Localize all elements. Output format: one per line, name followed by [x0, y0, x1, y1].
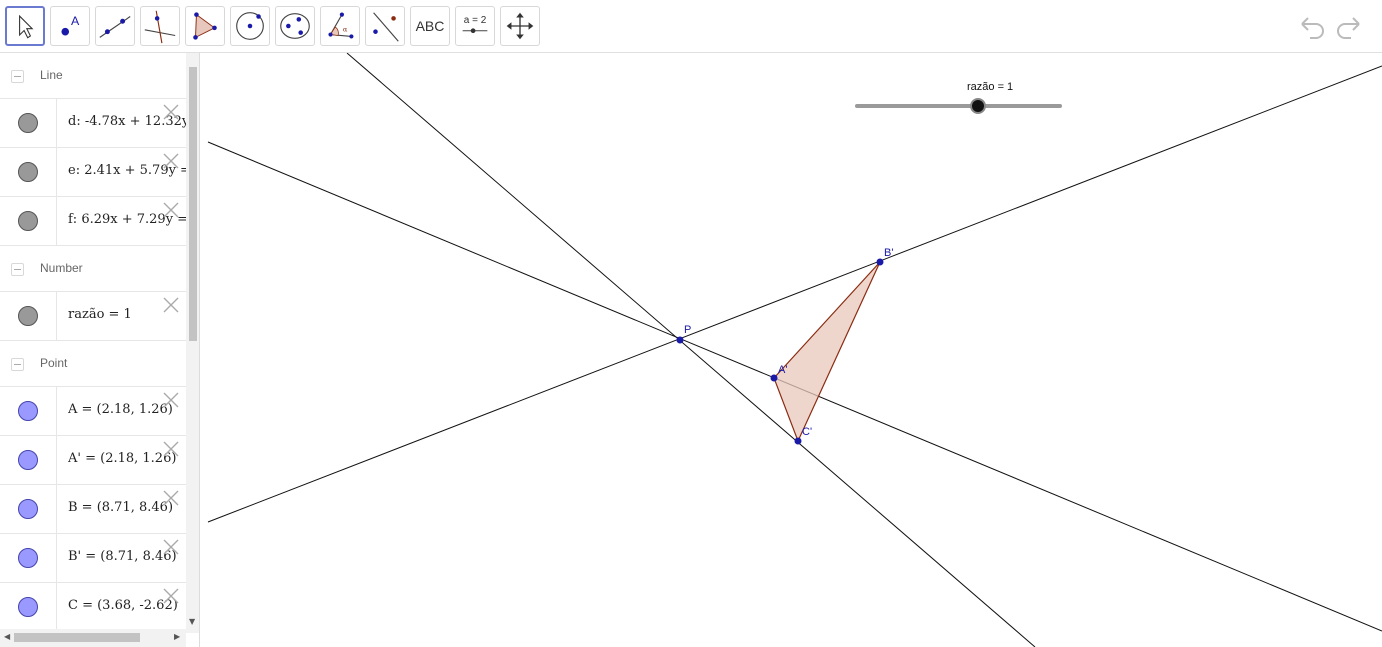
point-label-C-prime: C': [802, 426, 812, 438]
slider-label: razão = 1: [967, 81, 1014, 93]
graphics-canvas[interactable]: P B' A' C': [200, 53, 1382, 647]
undo-icon: [1301, 17, 1324, 39]
visibility-toggle[interactable]: [0, 292, 57, 340]
delete-icon[interactable]: [163, 392, 179, 408]
point-P[interactable]: [676, 336, 684, 344]
algebra-row-B-prime[interactable]: B' = (8.71, 8.46): [0, 534, 186, 583]
visibility-marble-icon[interactable]: [18, 597, 38, 617]
scroll-left-icon[interactable]: ◀: [4, 632, 10, 641]
algebra-row-B[interactable]: B = (8.71, 8.46): [0, 485, 186, 534]
category-number: Number: [0, 246, 186, 292]
scroll-right-icon[interactable]: ▶: [174, 632, 180, 641]
collapse-line-button[interactable]: [11, 70, 24, 83]
line-tool-button[interactable]: [95, 6, 135, 46]
visibility-marble-icon[interactable]: [18, 113, 38, 133]
algebra-row-razao[interactable]: razão = 1: [0, 292, 186, 341]
algebra-row-d[interactable]: d: -4.78x + 12.32y =: [0, 99, 186, 148]
algebra-row-e[interactable]: e: 2.41x + 5.79y =: [0, 148, 186, 197]
angle-icon: α: [328, 12, 354, 39]
redo-button[interactable]: [1333, 12, 1365, 40]
svg-text:A: A: [71, 14, 80, 28]
category-point: Point: [0, 341, 186, 387]
collapse-point-button[interactable]: [11, 358, 24, 371]
point-label-P: P: [684, 324, 691, 336]
perpendicular-icon: [144, 10, 176, 44]
visibility-marble-icon[interactable]: [18, 401, 38, 421]
delete-icon[interactable]: [163, 153, 179, 169]
visibility-marble-icon[interactable]: [18, 499, 38, 519]
point-C-prime[interactable]: [794, 437, 802, 445]
category-label: Number: [40, 261, 83, 275]
reflect-tool-button[interactable]: [365, 6, 405, 46]
visibility-toggle[interactable]: [0, 148, 57, 196]
collapse-number-button[interactable]: [11, 263, 24, 276]
undo-button[interactable]: [1296, 12, 1328, 40]
point-A-prime[interactable]: [770, 374, 778, 382]
circle-icon: [236, 12, 264, 40]
toolbar: A α ABC a = 2: [0, 0, 1382, 53]
visibility-toggle[interactable]: [0, 197, 57, 245]
visibility-marble-icon[interactable]: [18, 211, 38, 231]
delete-icon[interactable]: [163, 490, 179, 506]
visibility-toggle[interactable]: [0, 99, 57, 147]
move-tool-button[interactable]: [5, 6, 45, 46]
visibility-marble-icon[interactable]: [18, 450, 38, 470]
visibility-toggle[interactable]: [0, 436, 57, 484]
visibility-marble-icon[interactable]: [18, 306, 38, 326]
move-arrows-icon: [506, 12, 534, 40]
algebra-vertical-scrollbar[interactable]: ▼: [186, 53, 199, 633]
text-tool-button[interactable]: ABC: [410, 6, 450, 46]
category-label: Line: [40, 68, 63, 82]
line-e[interactable]: [207, 65, 1382, 523]
category-label: Point: [40, 356, 68, 370]
slider-tool-button[interactable]: a = 2: [455, 6, 495, 46]
visibility-marble-icon[interactable]: [18, 548, 38, 568]
visibility-toggle[interactable]: [0, 387, 57, 435]
reflect-icon: [373, 12, 399, 42]
delete-icon[interactable]: [163, 588, 179, 604]
visibility-marble-icon[interactable]: [18, 162, 38, 182]
polygon-icon: [193, 12, 217, 40]
scrollbar-thumb[interactable]: [189, 67, 197, 341]
ellipse-icon: [280, 13, 310, 39]
delete-icon[interactable]: [163, 202, 179, 218]
point-tool-button[interactable]: A: [50, 6, 90, 46]
perpendicular-line-tool-button[interactable]: [140, 6, 180, 46]
slider-handle[interactable]: [970, 98, 986, 114]
delete-icon[interactable]: [163, 441, 179, 457]
ellipse-tool-button[interactable]: [275, 6, 315, 46]
point-icon: A: [61, 14, 80, 36]
point-label-B-prime: B': [884, 247, 893, 259]
delete-icon[interactable]: [163, 297, 179, 313]
line-f[interactable]: [346, 53, 1036, 647]
polygon-tool-button[interactable]: [185, 6, 225, 46]
angle-tool-button[interactable]: α: [320, 6, 360, 46]
move-graphics-tool-button[interactable]: [500, 6, 540, 46]
visibility-toggle[interactable]: [0, 583, 57, 631]
algebra-view: Line d: -4.78x + 12.32y = e: 2.41x + 5.7…: [0, 53, 200, 647]
circle-tool-button[interactable]: [230, 6, 270, 46]
graphics-view[interactable]: P B' A' C' razão = 1: [200, 53, 1382, 647]
algebra-row-C[interactable]: C = (3.68, -2.62): [0, 583, 186, 632]
point-B-prime[interactable]: [876, 258, 884, 266]
scroll-down-icon[interactable]: ▼: [189, 617, 195, 626]
delete-icon[interactable]: [163, 104, 179, 120]
visibility-toggle[interactable]: [0, 485, 57, 533]
line-icon: [99, 16, 131, 38]
delete-icon[interactable]: [163, 539, 179, 555]
category-line: Line: [0, 53, 186, 99]
point-label-A-prime: A': [778, 364, 787, 376]
algebra-row-A[interactable]: A = (2.18, 1.26): [0, 387, 186, 436]
text-icon: ABC: [415, 18, 445, 34]
algebra-row-f[interactable]: f: 6.29x + 7.29y = -: [0, 197, 186, 246]
arrow-cursor-icon: [19, 14, 34, 39]
algebra-row-A-prime[interactable]: A' = (2.18, 1.26): [0, 436, 186, 485]
scrollbar-thumb[interactable]: [14, 633, 140, 642]
svg-text:α: α: [343, 26, 348, 34]
visibility-toggle[interactable]: [0, 534, 57, 582]
triangle-polygon[interactable]: [773, 261, 881, 443]
redo-icon: [1337, 17, 1360, 39]
algebra-horizontal-scrollbar[interactable]: ◀ ▶: [0, 629, 186, 647]
slider-icon: [462, 28, 488, 34]
